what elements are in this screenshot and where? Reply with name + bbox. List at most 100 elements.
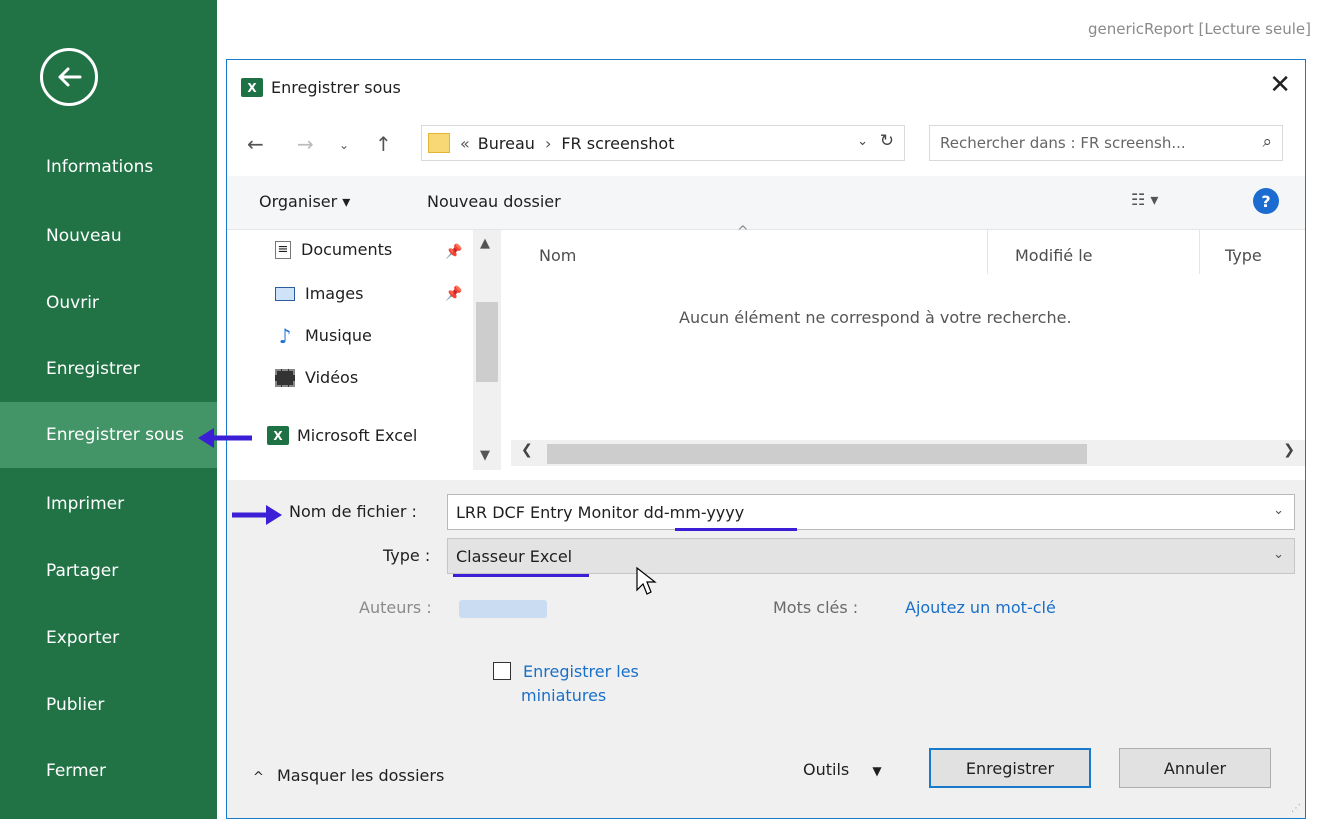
annotation-arrow-icon [232,505,282,525]
chevron-up-icon: ^ [253,770,264,785]
forward-arrow-icon[interactable]: → [297,132,314,156]
folder-icon [428,133,450,153]
back-arrow-icon[interactable]: ← [247,132,264,156]
horizontal-scrollbar[interactable]: ❮ ❯ [511,440,1305,466]
nav-item-images[interactable]: Images [275,284,363,303]
backstage-sidebar: Informations Nouveau Ouvrir Enregistrer … [0,0,217,819]
nav-item-videos[interactable]: Vidéos [275,368,358,387]
search-box[interactable]: Rechercher dans : FR screensh... ⌕ [929,125,1283,161]
scroll-left-icon[interactable]: ❮ [521,442,533,458]
music-icon: ♪ [278,323,292,348]
nav-item-label: Images [305,284,364,303]
dialog-title-bar: X Enregistrer sous [241,78,401,97]
nav-item-label: Musique [305,326,372,345]
back-arrow-icon [58,67,82,87]
organize-button[interactable]: Organiser ▾ [259,192,350,211]
new-folder-button[interactable]: Nouveau dossier [427,192,561,211]
search-icon[interactable]: ⌕ [1262,132,1272,152]
save-thumbnails-checkbox[interactable] [493,662,511,680]
breadcrumb-separator-icon[interactable]: › [545,134,551,153]
nav-item-label: Documents [301,240,393,259]
up-arrow-icon[interactable]: ↑ [375,132,392,156]
annotation-underline [453,574,589,577]
type-label: Type : [383,546,431,565]
view-options-icon[interactable]: ☷ ▾ [1131,190,1158,209]
filename-label: Nom de fichier : [289,502,417,521]
dropdown-triangle-icon: ▼ [872,764,882,778]
tools-button[interactable]: Outils ▼ [803,760,882,779]
nav-scrollbar-thumb[interactable] [476,302,498,382]
resize-grip-icon[interactable]: ⋰ [1291,803,1301,814]
images-icon [275,286,295,301]
breadcrumb-bureau[interactable]: Bureau [478,134,535,153]
sidebar-item-partager[interactable]: Partager [0,538,217,604]
sidebar-item-publier[interactable]: Publier [0,672,217,738]
filename-input[interactable]: LRR DCF Entry Monitor dd-mm-yyyy ⌄ [447,494,1295,530]
sidebar-item-enregistrer-sous[interactable]: Enregistrer sous [0,402,217,468]
dialog-toolbar: Organiser ▾ Nouveau dossier ☷ ▾ ? [227,176,1305,230]
column-header-type[interactable]: Type [1225,246,1262,265]
sort-ascending-icon: ^ [737,224,749,240]
file-type-value: Classeur Excel [456,546,573,566]
sidebar-item-enregistrer[interactable]: Enregistrer [0,336,217,402]
videos-icon [275,368,295,387]
cancel-button[interactable]: Annuler [1119,748,1271,788]
save-as-dialog: X Enregistrer sous ✕ ← → ⌄ ↑ « Bureau › … [226,59,1306,819]
nav-item-label: Vidéos [305,368,359,387]
save-options-panel: Nom de fichier : LRR DCF Entry Monitor d… [227,480,1305,818]
nav-item-microsoft-excel[interactable]: X Microsoft Excel [267,426,417,445]
authors-label: Auteurs : [359,598,432,617]
sidebar-item-fermer[interactable]: Fermer [0,738,217,804]
address-dropdown-icon[interactable]: ⌄ [857,134,868,149]
column-header-modifie-le[interactable]: Modifié le [1015,246,1093,265]
hide-folders-button[interactable]: ^ Masquer les dossiers [253,766,444,785]
authors-value[interactable] [459,600,547,618]
nav-item-documents[interactable]: ≡ Documents [275,240,392,259]
chevron-down-icon[interactable]: ⌄ [1273,547,1284,562]
save-button[interactable]: Enregistrer [929,748,1091,788]
save-thumbnails-label[interactable]: Enregistrer les [523,662,639,681]
nav-item-musique[interactable]: ♪ Musique [275,323,372,348]
sidebar-item-nouveau[interactable]: Nouveau [0,203,217,269]
column-divider[interactable] [1199,230,1200,274]
horizontal-scrollbar-thumb[interactable] [547,444,1087,464]
refresh-icon[interactable]: ↻ [880,131,894,151]
recent-locations-chevron-icon[interactable]: ⌄ [339,138,349,152]
search-placeholder: Rechercher dans : FR screensh... [940,134,1186,152]
annotation-underline [675,528,797,531]
document-title: genericReport [Lecture seule] [1087,20,1311,38]
pin-icon[interactable]: 📌 [445,286,462,302]
chevron-down-icon[interactable]: ⌄ [1273,503,1284,518]
save-thumbnails-label-line2[interactable]: miniatures [521,686,606,705]
hide-folders-label: Masquer les dossiers [277,766,445,785]
nav-item-label: Microsoft Excel [297,426,418,445]
mouse-cursor-icon [636,566,657,595]
sidebar-item-imprimer[interactable]: Imprimer [0,471,217,537]
dialog-title: Enregistrer sous [271,78,401,97]
sidebar-item-ouvrir[interactable]: Ouvrir [0,270,217,336]
tools-label: Outils [803,760,850,779]
excel-icon: X [241,78,263,97]
add-keyword-link[interactable]: Ajoutez un mot-clé [905,598,1056,617]
scroll-down-icon[interactable]: ▼ [480,448,490,463]
help-icon[interactable]: ? [1253,188,1279,214]
sidebar-item-exporter[interactable]: Exporter [0,605,217,671]
breadcrumb-overflow[interactable]: « [460,134,470,153]
keywords-label: Mots clés : [773,598,859,617]
close-icon[interactable]: ✕ [1269,70,1291,100]
scroll-right-icon[interactable]: ❯ [1283,442,1295,458]
scroll-up-icon[interactable]: ▲ [480,236,490,251]
address-bar[interactable]: « Bureau › FR screenshot ⌄ ↻ [421,125,905,161]
back-button[interactable] [40,48,98,106]
column-divider[interactable] [987,230,988,274]
file-list: ^ Nom Modifié le Type Aucun élément ne c… [511,224,1305,473]
navigation-pane: ≡ Documents 📌 Images 📌 ♪ Musique Vidéos … [227,230,501,473]
column-header-nom[interactable]: Nom [539,246,576,265]
pin-icon[interactable]: 📌 [445,244,462,260]
empty-results-message: Aucun élément ne correspond à votre rech… [679,308,1072,327]
breadcrumb-fr-screenshot[interactable]: FR screenshot [561,134,674,153]
file-type-select[interactable]: Classeur Excel ⌄ [447,538,1295,574]
annotation-arrow-icon [198,428,252,448]
excel-icon: X [267,426,289,445]
sidebar-item-informations[interactable]: Informations [0,134,217,200]
